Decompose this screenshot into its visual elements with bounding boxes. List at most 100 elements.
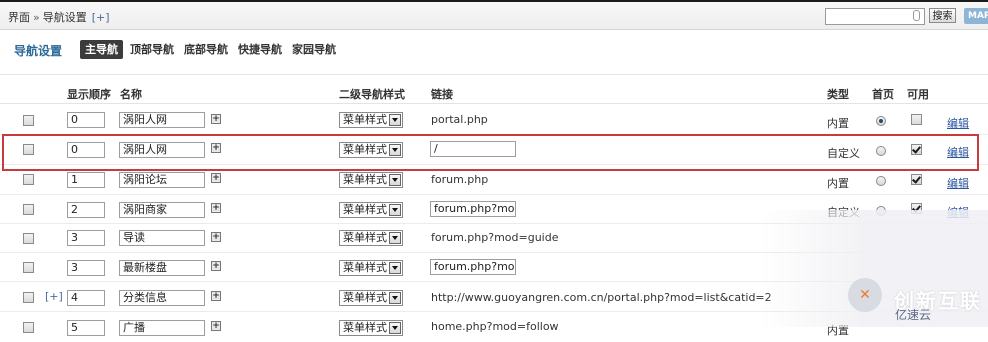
chevron-down-icon bbox=[389, 292, 401, 304]
row-delete-checkbox[interactable] bbox=[23, 233, 34, 244]
substyle-select-value: 菜单样式 bbox=[343, 143, 387, 156]
substyle-select-value: 菜单样式 bbox=[343, 203, 387, 216]
type-text: 内置 bbox=[827, 177, 849, 190]
order-input[interactable]: 5 bbox=[67, 320, 105, 336]
name-input[interactable]: 导读 bbox=[119, 230, 205, 246]
name-input[interactable]: 涡阳商家 bbox=[119, 202, 205, 218]
link-input[interactable]: forum.php?mod bbox=[430, 201, 516, 217]
divider bbox=[0, 74, 988, 75]
substyle-select[interactable]: 菜单样式 bbox=[339, 172, 403, 188]
row-delete-checkbox[interactable] bbox=[23, 174, 34, 185]
substyle-select[interactable]: 菜单样式 bbox=[339, 320, 403, 336]
edit-link[interactable]: 编辑 bbox=[947, 175, 969, 191]
substyle-select[interactable]: 菜单样式 bbox=[339, 202, 403, 218]
substyle-select-value: 菜单样式 bbox=[343, 113, 387, 126]
table-row: 0 涡阳人网 + 菜单样式 / 自定义 编辑 bbox=[0, 136, 988, 165]
microphone-icon[interactable] bbox=[913, 10, 920, 21]
link-text: http://www.guoyangren.com.cn/portal.php?… bbox=[431, 291, 772, 304]
watermark-subtext: 亿速云 bbox=[895, 308, 932, 322]
order-input[interactable]: 0 bbox=[67, 142, 105, 158]
name-input[interactable]: 涡阳人网 bbox=[119, 142, 205, 158]
column-header-name: 名称 bbox=[120, 88, 142, 101]
link-input[interactable]: forum.php?mod bbox=[430, 259, 516, 275]
substyle-select[interactable]: 菜单样式 bbox=[339, 230, 403, 246]
substyle-select[interactable]: 菜单样式 bbox=[339, 290, 403, 306]
order-input[interactable]: 4 bbox=[67, 290, 105, 306]
header-divider bbox=[0, 103, 988, 104]
column-header-enabled: 可用 bbox=[907, 88, 929, 101]
add-child-icon[interactable]: + bbox=[211, 173, 221, 183]
name-input[interactable]: 分类信息 bbox=[119, 290, 205, 306]
substyle-select-value: 菜单样式 bbox=[343, 321, 387, 334]
name-input[interactable]: 涡阳论坛 bbox=[119, 172, 205, 188]
breadcrumb-bar: 界面» 导航设置 [+] 搜索 MAP bbox=[0, 2, 988, 30]
add-child-icon[interactable]: + bbox=[211, 261, 221, 271]
enabled-checkbox[interactable] bbox=[911, 114, 922, 125]
edit-link[interactable]: 编辑 bbox=[947, 144, 969, 160]
home-radio[interactable] bbox=[876, 176, 886, 186]
row-delete-checkbox[interactable] bbox=[23, 204, 34, 215]
name-input[interactable]: 涡阳人网 bbox=[119, 112, 205, 128]
breadcrumb-separator: » bbox=[33, 11, 40, 24]
row-delete-checkbox[interactable] bbox=[23, 322, 34, 333]
chevron-down-icon bbox=[389, 232, 401, 244]
add-child-icon[interactable]: + bbox=[211, 232, 221, 242]
breadcrumb-current: 导航设置 bbox=[42, 11, 87, 24]
order-input[interactable]: 2 bbox=[67, 202, 105, 218]
column-header-home: 首页 bbox=[872, 88, 894, 101]
order-input[interactable]: 1 bbox=[67, 172, 105, 188]
column-header-type: 类型 bbox=[827, 88, 849, 101]
home-radio[interactable] bbox=[876, 116, 886, 126]
link-text: forum.php bbox=[431, 173, 489, 186]
row-delete-checkbox[interactable] bbox=[23, 115, 34, 126]
breadcrumb-root[interactable]: 界面 bbox=[8, 11, 30, 24]
chevron-down-icon bbox=[389, 144, 401, 156]
add-child-icon[interactable]: + bbox=[211, 143, 221, 153]
chevron-down-icon bbox=[389, 322, 401, 334]
page-title: 导航设置 bbox=[14, 44, 63, 58]
type-text: 内置 bbox=[827, 117, 849, 130]
order-input[interactable]: 3 bbox=[67, 260, 105, 276]
name-input[interactable]: 最新楼盘 bbox=[119, 260, 205, 276]
substyle-select-value: 菜单样式 bbox=[343, 173, 387, 186]
type-text: 自定义 bbox=[827, 147, 860, 160]
add-child-icon[interactable]: + bbox=[211, 291, 221, 301]
table-row: 1 涡阳论坛 + 菜单样式 forum.php 内置 编辑 bbox=[0, 166, 988, 195]
substyle-select[interactable]: 菜单样式 bbox=[339, 260, 403, 276]
substyle-select[interactable]: 菜单样式 bbox=[339, 112, 403, 128]
add-child-icon[interactable]: + bbox=[211, 321, 221, 331]
row-delete-checkbox[interactable] bbox=[23, 262, 34, 273]
link-input[interactable]: / bbox=[430, 141, 516, 157]
search-input[interactable] bbox=[825, 8, 925, 25]
column-header-link: 链接 bbox=[431, 88, 453, 101]
tab-bottom-nav[interactable]: 底部导航 bbox=[184, 40, 228, 59]
tab-quick-nav[interactable]: 快捷导航 bbox=[238, 40, 282, 59]
tab-main-nav[interactable]: 主导航 bbox=[80, 40, 123, 59]
tab-top-nav[interactable]: 顶部导航 bbox=[130, 40, 174, 59]
enabled-checkbox[interactable] bbox=[911, 174, 922, 185]
order-input[interactable]: 3 bbox=[67, 230, 105, 246]
add-child-icon[interactable]: + bbox=[211, 114, 221, 124]
tab-home-nav[interactable]: 家园导航 bbox=[292, 40, 336, 59]
row-delete-checkbox[interactable] bbox=[23, 144, 34, 155]
link-text: portal.php bbox=[431, 113, 488, 126]
enabled-checkbox[interactable] bbox=[911, 144, 922, 155]
breadcrumb-add-link[interactable]: [+] bbox=[92, 11, 110, 24]
chevron-down-icon bbox=[389, 204, 401, 216]
row-divider bbox=[0, 164, 988, 165]
breadcrumb: 界面» 导航设置 [+] bbox=[8, 9, 110, 25]
substyle-select[interactable]: 菜单样式 bbox=[339, 142, 403, 158]
column-header-order: 显示顺序 bbox=[67, 88, 111, 101]
row-delete-checkbox[interactable] bbox=[23, 292, 34, 303]
order-input[interactable]: 0 bbox=[67, 112, 105, 128]
map-button[interactable]: MAP bbox=[964, 8, 988, 24]
add-subnav-link[interactable]: [+] bbox=[45, 290, 63, 303]
home-radio[interactable] bbox=[876, 146, 886, 156]
row-divider bbox=[0, 134, 988, 135]
watermark-logo-icon: ✕ bbox=[848, 278, 882, 312]
chevron-down-icon bbox=[389, 114, 401, 126]
search-button[interactable]: 搜索 bbox=[929, 8, 956, 23]
name-input[interactable]: 广播 bbox=[119, 320, 205, 336]
edit-link[interactable]: 编辑 bbox=[947, 115, 969, 131]
add-child-icon[interactable]: + bbox=[211, 203, 221, 213]
